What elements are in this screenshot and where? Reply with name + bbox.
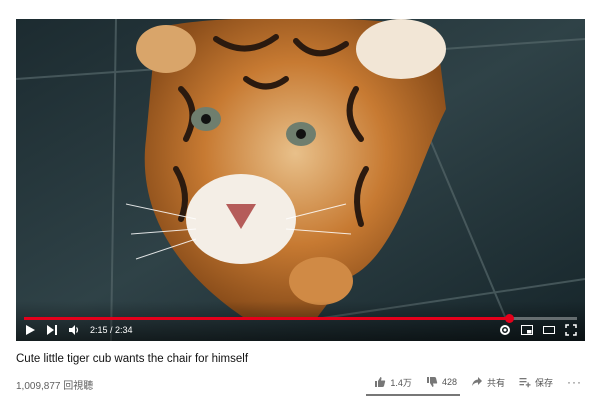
add-to-playlist-icon (519, 378, 531, 388)
video-player[interactable]: 2:15 / 2:34 (16, 19, 585, 341)
save-button[interactable]: 保存 (519, 376, 553, 389)
video-frame (16, 19, 585, 341)
settings-icon[interactable] (499, 324, 511, 336)
dislike-button[interactable]: 428 (426, 376, 457, 388)
volume-icon[interactable] (68, 324, 80, 336)
share-button[interactable]: 共有 (471, 376, 505, 389)
player-controls: 2:15 / 2:34 (16, 319, 585, 341)
page: 2:15 / 2:34 Cute little tiger cub wants … (0, 0, 600, 400)
next-icon[interactable] (46, 324, 58, 336)
like-count: 1.4万 (390, 377, 412, 388)
time-display: 2:15 / 2:34 (90, 325, 133, 335)
like-button[interactable]: 1.4万 (374, 376, 412, 389)
video-title: Cute little tiger cub wants the chair fo… (16, 353, 249, 365)
sentiment-bar (366, 394, 460, 396)
more-icon: ··· (567, 375, 582, 389)
view-count: 1,009,877 回視聽 (16, 381, 94, 392)
action-bar: 1.4万 428 共有 保存 ··· (374, 375, 582, 389)
thumbs-down-icon (426, 377, 438, 387)
share-icon (471, 377, 482, 386)
share-label: 共有 (486, 377, 505, 388)
thumbs-up-icon (375, 377, 386, 387)
more-actions-button[interactable]: ··· (567, 375, 582, 389)
dislike-count: 428 (441, 377, 457, 387)
miniplayer-icon[interactable] (521, 324, 533, 336)
theater-icon[interactable] (543, 324, 555, 336)
save-label: 保存 (534, 377, 553, 388)
fullscreen-icon[interactable] (565, 324, 577, 336)
play-icon[interactable] (24, 324, 36, 336)
